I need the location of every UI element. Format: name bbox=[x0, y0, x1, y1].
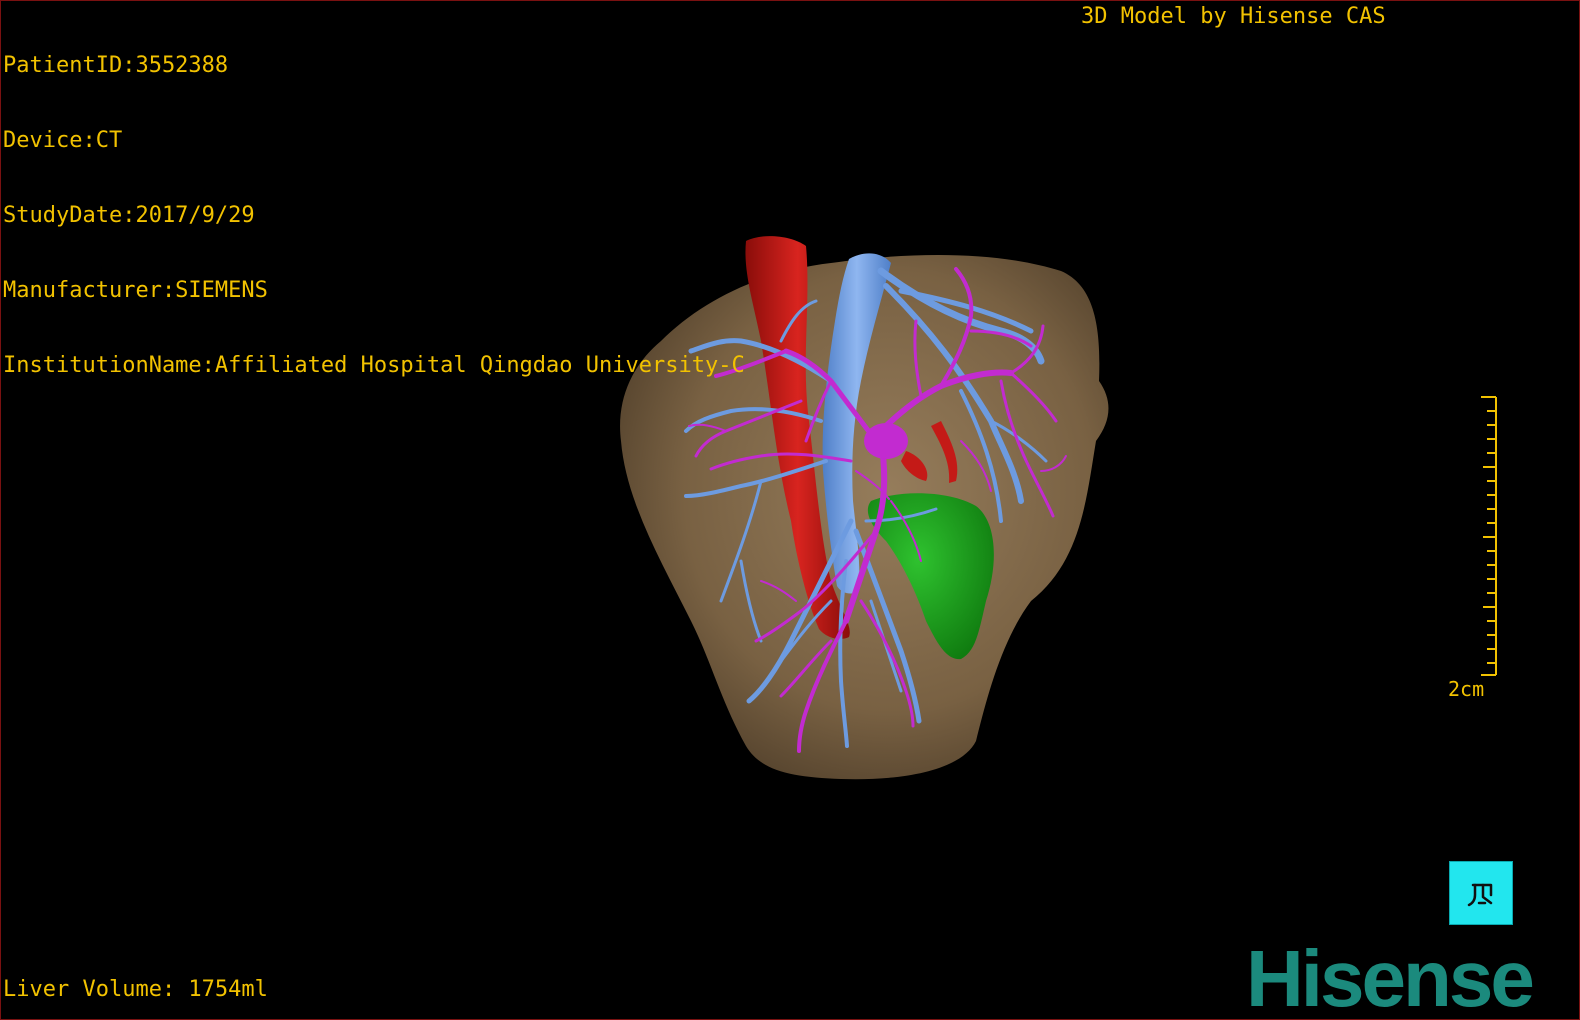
model-credit: 3D Model by Hisense CAS bbox=[1081, 4, 1386, 29]
institution-name: InstitutionName:Affiliated Hospital Qing… bbox=[3, 353, 745, 378]
scale-bar-label: 2cm bbox=[1448, 677, 1485, 701]
orientation-button[interactable] bbox=[1449, 861, 1513, 925]
scale-bar bbox=[1481, 396, 1497, 676]
study-date: StudyDate:2017/9/29 bbox=[3, 203, 255, 228]
liver-volume: Liver Volume: 1754ml bbox=[3, 977, 268, 1002]
3d-viewport[interactable]: PatientID:3552388 Device:CT StudyDate:20… bbox=[0, 0, 1580, 1020]
hepatic-vessel-confluence bbox=[864, 423, 908, 459]
device-label: Device:CT bbox=[3, 128, 123, 153]
orientation-icon bbox=[1467, 883, 1493, 907]
patient-info: PatientID:3552388 Device:CT StudyDate:20… bbox=[3, 3, 745, 428]
hisense-logo: Hisense bbox=[1246, 934, 1535, 1020]
patient-id: PatientID:3552388 bbox=[3, 53, 229, 78]
manufacturer-label: Manufacturer:SIEMENS bbox=[3, 278, 268, 303]
